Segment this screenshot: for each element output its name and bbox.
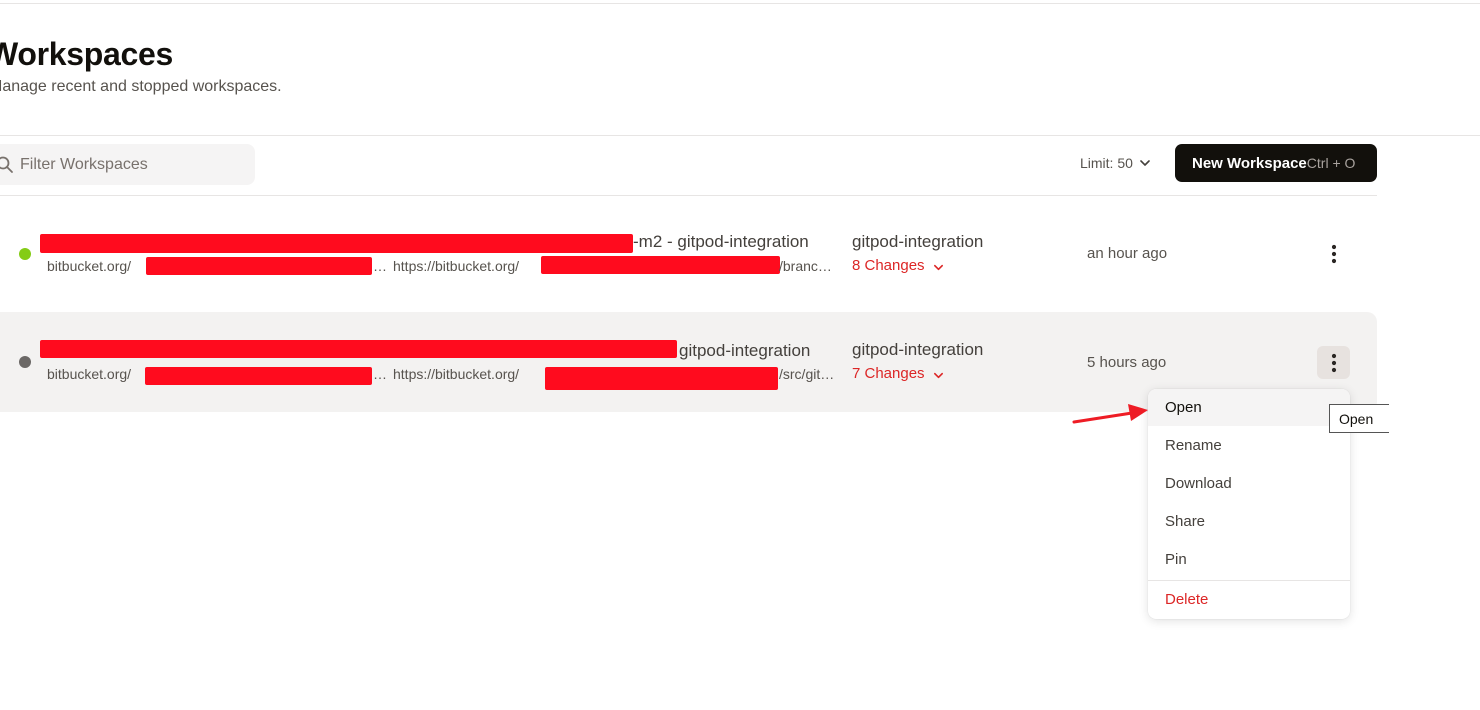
- more-options-button[interactable]: [1317, 237, 1350, 270]
- changes-count: 8 Changes: [852, 257, 925, 274]
- last-active-time: 5 hours ago: [1087, 354, 1167, 371]
- menu-item-download[interactable]: Download: [1148, 465, 1350, 502]
- page-title: Workspaces: [0, 36, 173, 72]
- repo-ellipsis: …: [373, 258, 387, 274]
- context-url-suffix: /branc…: [779, 258, 832, 274]
- more-options-button[interactable]: [1317, 346, 1350, 379]
- menu-item-share[interactable]: Share: [1148, 503, 1350, 540]
- more-vertical-icon: [1331, 244, 1336, 263]
- workspace-row[interactable]: -m2 - gitpod-integration bitbucket.org/ …: [0, 203, 1377, 303]
- repo-ellipsis: …: [373, 366, 387, 382]
- menu-item-pin[interactable]: Pin: [1148, 541, 1350, 578]
- changes-toggle[interactable]: 8 Changes: [852, 257, 944, 274]
- redacted-url: [545, 367, 778, 390]
- limit-label: Limit: 50: [1080, 155, 1133, 171]
- redacted-title: [40, 234, 633, 253]
- redacted-url: [541, 256, 780, 274]
- status-stopped-dot: [19, 356, 31, 368]
- page-subtitle: Manage recent and stopped workspaces.: [0, 78, 282, 95]
- filter-workspaces-input[interactable]: [20, 144, 250, 185]
- list-divider: [0, 195, 1377, 196]
- redacted-title: [40, 340, 677, 358]
- changes-toggle[interactable]: 7 Changes: [852, 365, 944, 382]
- changes-count: 7 Changes: [852, 365, 925, 382]
- limit-select[interactable]: Limit: 50: [1080, 155, 1151, 171]
- repo-link[interactable]: bitbucket.org/: [47, 366, 131, 382]
- workspace-title-suffix: -m2 - gitpod-integration: [633, 232, 809, 251]
- new-workspace-label: New Workspace: [1192, 154, 1307, 172]
- menu-item-delete[interactable]: Delete: [1148, 581, 1350, 618]
- chevron-down-icon: [933, 264, 943, 270]
- context-url-suffix: /src/git…: [779, 366, 835, 382]
- new-workspace-button[interactable]: New Workspace Ctrl + O: [1175, 144, 1377, 182]
- context-url-prefix[interactable]: https://bitbucket.org/: [393, 258, 519, 274]
- chevron-down-icon: [933, 372, 943, 378]
- filter-box: [0, 144, 255, 185]
- workspace-title-suffix: gitpod-integration: [679, 341, 811, 360]
- new-workspace-shortcut: Ctrl + O: [1306, 155, 1356, 171]
- annotation-arrow-icon: [1072, 404, 1148, 424]
- menu-item-open[interactable]: Open: [1148, 389, 1350, 426]
- top-border: [0, 3, 1480, 4]
- menu-item-rename[interactable]: Rename: [1148, 427, 1350, 464]
- branch-name: gitpod-integration: [852, 340, 984, 359]
- search-icon: [0, 156, 13, 173]
- last-active-time: an hour ago: [1087, 245, 1168, 262]
- redacted-repo: [146, 257, 372, 275]
- chevron-down-icon: [1140, 160, 1150, 166]
- more-vertical-icon: [1331, 353, 1336, 372]
- workspace-context-menu: Open Rename Download Share Pin Delete: [1148, 389, 1350, 619]
- branch-name: gitpod-integration: [852, 232, 984, 251]
- status-running-dot: [19, 248, 31, 260]
- repo-link[interactable]: bitbucket.org/: [47, 258, 131, 274]
- header-divider: [0, 135, 1480, 136]
- context-url-prefix[interactable]: https://bitbucket.org/: [393, 366, 519, 382]
- redacted-repo: [145, 367, 372, 385]
- tooltip: Open: [1329, 404, 1389, 433]
